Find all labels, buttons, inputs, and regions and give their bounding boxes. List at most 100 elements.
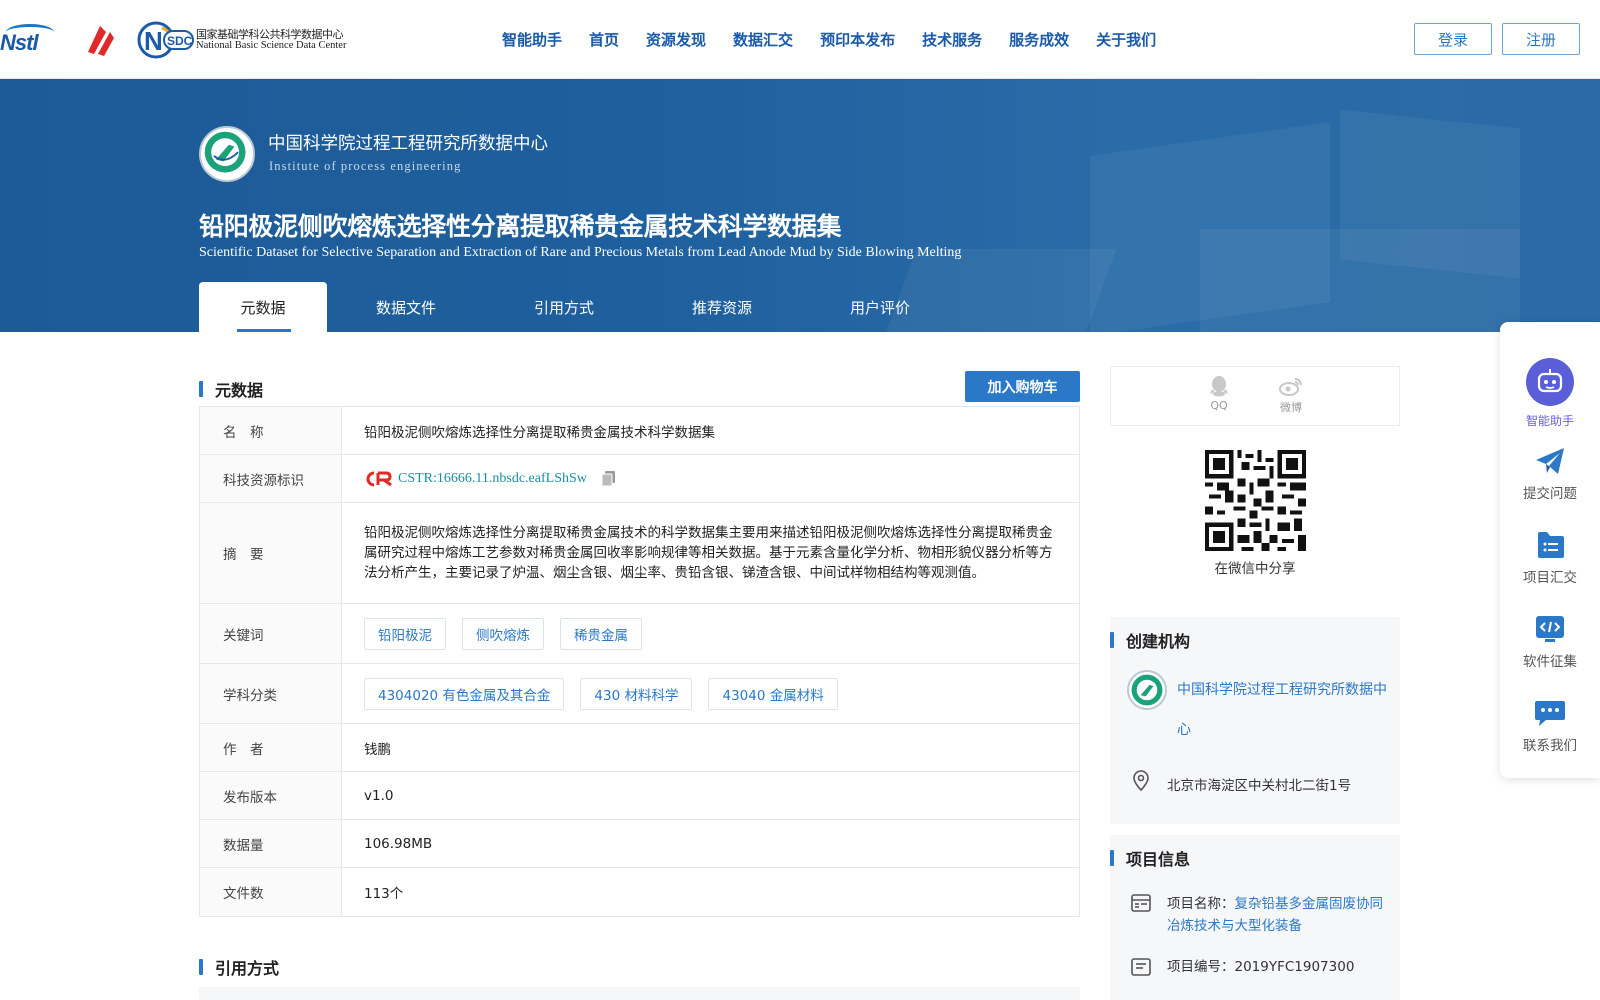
main-nav: 智能助手 首页 资源发现 数据汇交 预印本发布 技术服务 服务成效 关于我们 [502, 0, 1183, 79]
float-project-submission-button[interactable]: 项目汇交 [1500, 530, 1600, 586]
nav-preprint[interactable]: 预印本发布 [820, 29, 895, 50]
table-row: 摘 要 铅阳极泥侧吹熔炼选择性分离提取稀贵金属技术的科学数据集主要用来描述铅阳极… [200, 503, 1079, 604]
institution-name-cn[interactable]: 中国科学院过程工程研究所数据中心 [268, 130, 548, 155]
nav-resource-discovery[interactable]: 资源发现 [646, 29, 706, 50]
nav-about[interactable]: 关于我们 [1096, 29, 1156, 50]
tab-metadata[interactable]: 元数据 [199, 282, 327, 332]
wechat-qr-code [1205, 450, 1306, 551]
table-row: 文件数 113个 [200, 868, 1079, 916]
paper-plane-icon [1536, 448, 1564, 474]
citation-section-header: 引用方式 [199, 955, 279, 979]
subject-tag[interactable]: 430 材料科学 [580, 677, 693, 710]
keyword-tag[interactable]: 侧吹熔炼 [462, 617, 544, 650]
table-row: 关键词 铅阳极泥 侧吹熔炼 稀贵金属 [200, 604, 1079, 664]
table-row: 名 称 铅阳极泥侧吹熔炼选择性分离提取稀贵金属技术科学数据集 [200, 407, 1079, 455]
identifier-key: 科技资源标识 [200, 455, 342, 502]
float-software-label: 软件征集 [1523, 654, 1577, 670]
nav-service-results[interactable]: 服务成效 [1009, 29, 1069, 50]
abstract-value: 铅阳极泥侧吹熔炼选择性分离提取稀贵金属技术的科学数据集主要用来描述铅阳极泥侧吹熔… [364, 525, 1053, 581]
org-logo [1127, 670, 1167, 710]
project-name-row: 项目名称：复杂铅基多金属固废协同冶炼技术与大型化装备 [1167, 893, 1392, 937]
dataset-tabs: 元数据 数据文件 引用方式 推荐资源 用户评价 [199, 282, 959, 332]
org-name-link[interactable]: 中国科学院过程工程研究所数据中心 [1177, 670, 1387, 750]
version-key: 发布版本 [200, 772, 342, 819]
nsdc-name-en: National Basic Science Data Center [196, 40, 347, 52]
copy-icon[interactable] [601, 470, 617, 488]
float-submit-question-button[interactable]: 提交问题 [1500, 446, 1600, 502]
table-row: 学科分类 4304020 有色金属及其合金 430 材料科学 43040 金属材… [200, 664, 1079, 724]
tab-recommended[interactable]: 推荐资源 [643, 282, 801, 332]
qq-icon [1210, 376, 1228, 397]
nav-tech-service[interactable]: 技术服务 [922, 29, 982, 50]
table-row: 作 者 钱鹏 [200, 724, 1079, 772]
nav-data-submission[interactable]: 数据汇交 [733, 29, 793, 50]
metadata-section-header: 元数据 [199, 377, 263, 401]
register-button[interactable]: 注册 [1502, 23, 1580, 55]
tab-user-reviews[interactable]: 用户评价 [801, 282, 959, 332]
cstr-identifier-link[interactable]: CSTR:16666.11.nbsdc.eafLShSw [398, 471, 587, 487]
cas-logo[interactable] [80, 22, 120, 58]
dataset-subtitle: Scientific Dataset for Selective Separat… [199, 245, 962, 260]
dataset-banner: 中国科学院过程工程研究所数据中心 Institute of process en… [0, 79, 1600, 332]
creator-org-panel: 创建机构 中国科学院过程工程研究所数据中心 北京市海淀区中关村北二街1号 [1110, 617, 1400, 824]
nav-home[interactable]: 首页 [589, 29, 619, 50]
table-row: 数据量 106.98MB [200, 820, 1079, 868]
author-value: 钱鹏 [364, 741, 391, 758]
list-document-icon [1538, 532, 1564, 558]
project-info-panel: 项目信息 项目名称：复杂铅基多金属固废协同冶炼技术与大型化装备 项目编号：201… [1110, 835, 1400, 1000]
robot-assistant-icon [1526, 358, 1574, 406]
abstract-key: 摘 要 [200, 503, 342, 603]
subject-tag[interactable]: 43040 金属材料 [708, 677, 838, 710]
project-code-row: 项目编号：2019YFC1907300 [1167, 956, 1392, 978]
top-header: Nstl N SDC 国家基础学科公共科学数据中心 National Basic… [0, 0, 1600, 79]
project-card-icon [1131, 894, 1151, 912]
nstl-logo[interactable]: Nstl [0, 22, 68, 58]
file-count-key: 文件数 [200, 868, 342, 916]
project-code-icon [1131, 958, 1151, 976]
chat-bubble-icon [1535, 701, 1565, 726]
tab-citation[interactable]: 引用方式 [485, 282, 643, 332]
partner-logos: Nstl N SDC 国家基础学科公共科学数据中心 National Basic… [0, 18, 346, 62]
author-key: 作 者 [200, 724, 342, 771]
size-key: 数据量 [200, 820, 342, 867]
org-address: 北京市海淀区中关村北二街1号 [1167, 778, 1352, 794]
institution-logo [199, 126, 255, 182]
add-to-cart-button[interactable]: 加入购物车 [965, 371, 1080, 402]
citation-panel [199, 987, 1080, 1000]
subject-tag[interactable]: 4304020 有色金属及其合金 [364, 677, 565, 710]
metadata-section-title: 元数据 [215, 381, 264, 400]
weibo-icon [1279, 378, 1302, 396]
float-assistant-label: 智能助手 [1525, 414, 1574, 428]
institution-name-en: Institute of process engineering [269, 159, 462, 173]
float-software-collection-button[interactable]: 软件征集 [1500, 614, 1600, 670]
metadata-table: 名 称 铅阳极泥侧吹熔炼选择性分离提取稀贵金属技术科学数据集 科技资源标识 CS… [199, 406, 1080, 917]
table-row: 科技资源标识 CSTR:16666.11.nbsdc.eafLShSw [200, 455, 1079, 503]
login-button[interactable]: 登录 [1414, 23, 1492, 55]
name-key: 名 称 [200, 407, 342, 454]
code-icon [1536, 616, 1564, 642]
weibo-label: 微博 [1280, 401, 1302, 414]
share-weibo-button[interactable]: 微博 [1271, 375, 1311, 415]
project-code-value: 2019YFC1907300 [1234, 959, 1355, 975]
file-count-value: 113个 [364, 886, 404, 902]
citation-section-title: 引用方式 [215, 959, 280, 978]
tab-data-files[interactable]: 数据文件 [327, 282, 485, 332]
float-contact-us-button[interactable]: 联系我们 [1500, 698, 1600, 754]
version-value: v1.0 [364, 787, 394, 804]
size-value: 106.98MB [364, 835, 433, 852]
location-pin-icon [1133, 770, 1149, 792]
float-project-label: 项目汇交 [1523, 570, 1577, 586]
float-assistant-button[interactable]: 智能助手 [1500, 358, 1600, 429]
org-section-title: 创建机构 [1126, 632, 1191, 651]
table-row: 发布版本 v1.0 [200, 772, 1079, 820]
project-section-title: 项目信息 [1126, 850, 1191, 869]
nsdc-logo[interactable]: N SDC 国家基础学科公共科学数据中心 National Basic Scie… [134, 20, 346, 60]
keyword-tag[interactable]: 稀贵金属 [560, 617, 642, 650]
keywords-key: 关键词 [200, 604, 342, 663]
keyword-tag[interactable]: 铅阳极泥 [364, 617, 446, 650]
project-section-header: 项目信息 [1110, 846, 1190, 870]
project-code-label: 项目编号： [1167, 959, 1235, 975]
wechat-share-label: 在微信中分享 [1214, 561, 1296, 577]
share-qq-button[interactable]: QQ [1199, 375, 1239, 412]
nav-assistant[interactable]: 智能助手 [502, 29, 562, 50]
